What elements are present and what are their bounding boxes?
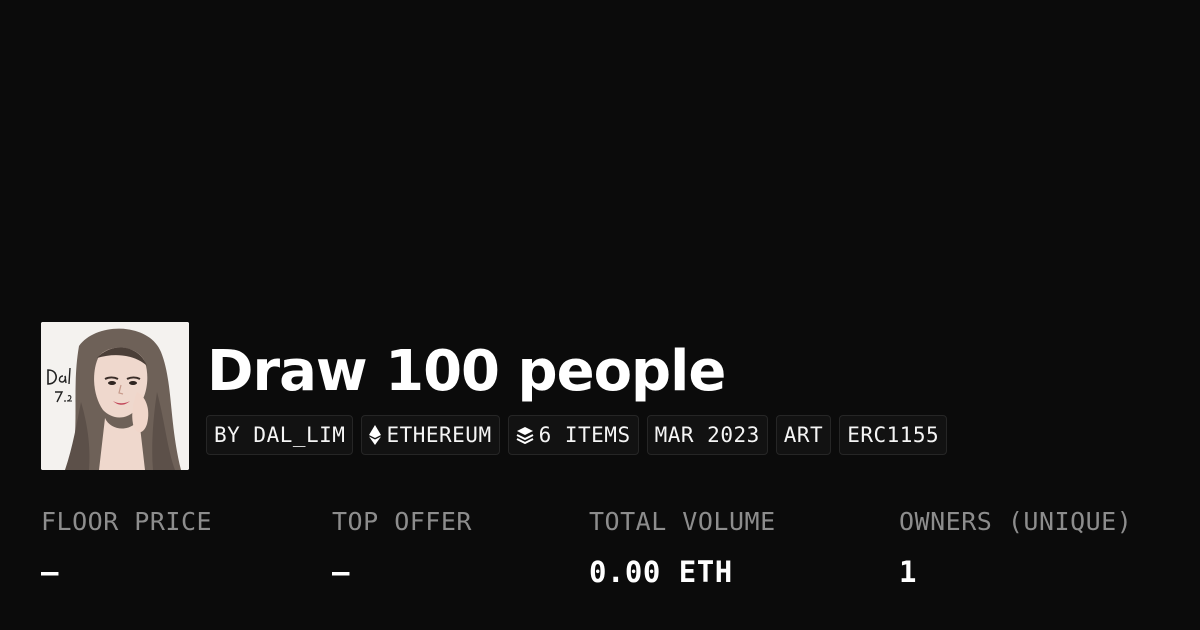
creator-chip[interactable]: BY DAL_LIM bbox=[206, 415, 354, 455]
layers-icon bbox=[516, 426, 534, 444]
chain-label: ETHEREUM bbox=[386, 423, 492, 447]
total-volume-stat: TOTAL VOLUME 0.00 ETH bbox=[589, 502, 776, 592]
total-volume-label: TOTAL VOLUME bbox=[589, 507, 776, 536]
date-chip: MAR 2023 bbox=[646, 415, 768, 455]
owners-value: 1 bbox=[899, 555, 917, 589]
top-offer-label: TOP OFFER bbox=[332, 507, 472, 536]
ethereum-icon bbox=[369, 425, 382, 445]
creator-label: BY DAL_LIM bbox=[214, 423, 346, 447]
category-label: ART bbox=[783, 423, 824, 447]
signature-image bbox=[47, 367, 72, 403]
items-chip[interactable]: 6 ITEMS bbox=[507, 415, 639, 455]
collection-avatar[interactable] bbox=[41, 322, 189, 470]
chain-chip[interactable]: ETHEREUM bbox=[361, 415, 500, 455]
floor-price-value: – bbox=[41, 555, 59, 589]
floor-price-label: FLOOR PRICE bbox=[41, 507, 213, 536]
collection-meta-chips: BY DAL_LIM ETHEREUM 6 ITEMS MAR 2023 ART… bbox=[206, 415, 948, 455]
standard-label: ERC1155 bbox=[847, 423, 940, 447]
top-offer-value: – bbox=[332, 555, 350, 589]
category-chip[interactable]: ART bbox=[775, 415, 832, 455]
owners-stat: OWNERS (UNIQUE) 1 bbox=[899, 502, 1132, 592]
standard-chip: ERC1155 bbox=[839, 415, 948, 455]
total-volume-value: 0.00 ETH bbox=[589, 555, 733, 589]
floor-price-stat: FLOOR PRICE – bbox=[41, 502, 212, 592]
collection-title: Draw 100 people bbox=[207, 339, 726, 404]
owners-label: OWNERS (UNIQUE) bbox=[899, 507, 1133, 536]
top-offer-stat: TOP OFFER – bbox=[332, 502, 472, 592]
date-label: MAR 2023 bbox=[654, 423, 760, 447]
items-label: 6 ITEMS bbox=[538, 423, 631, 447]
